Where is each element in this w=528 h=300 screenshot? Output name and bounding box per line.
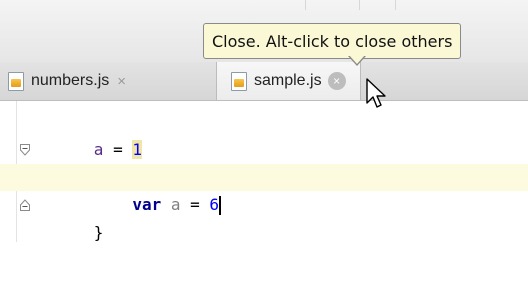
code-line-2[interactable]: function go() { [0, 137, 528, 187]
close-tab-icon[interactable]: × [327, 72, 346, 90]
toolbar-divider [305, 0, 306, 10]
close-tooltip: Close. Alt-click to close others [203, 23, 462, 59]
closing-brace: } [93, 223, 104, 242]
editor-tab-bar: numbers.js × sample.js × [0, 62, 528, 101]
fold-marker-icon[interactable] [20, 144, 30, 156]
fold-marker-icon[interactable] [20, 199, 30, 211]
tab-numbers-js[interactable]: numbers.js × [8, 62, 126, 100]
code-editor[interactable]: a = 1 function go() { var a = 6 } [0, 101, 528, 242]
tab-label: sample.js [254, 72, 322, 89]
mouse-pointer-icon [366, 78, 386, 108]
tab-sample-js[interactable]: sample.js × [216, 62, 361, 100]
javascript-file-icon [231, 71, 247, 91]
toolbar-divider [395, 0, 396, 10]
tab-label: numbers.js [31, 72, 110, 89]
code-line-3[interactable]: var a = 6 [0, 164, 528, 215]
toolbar-divider [359, 0, 360, 10]
close-tab-icon[interactable]: × [117, 73, 126, 90]
javascript-file-icon [8, 71, 24, 91]
code-line-1[interactable]: a = 1 [0, 109, 528, 159]
code-line-4[interactable]: } [0, 192, 528, 242]
tooltip-pointer [348, 55, 366, 66]
tooltip-text: Close. Alt-click to close others [212, 31, 453, 51]
